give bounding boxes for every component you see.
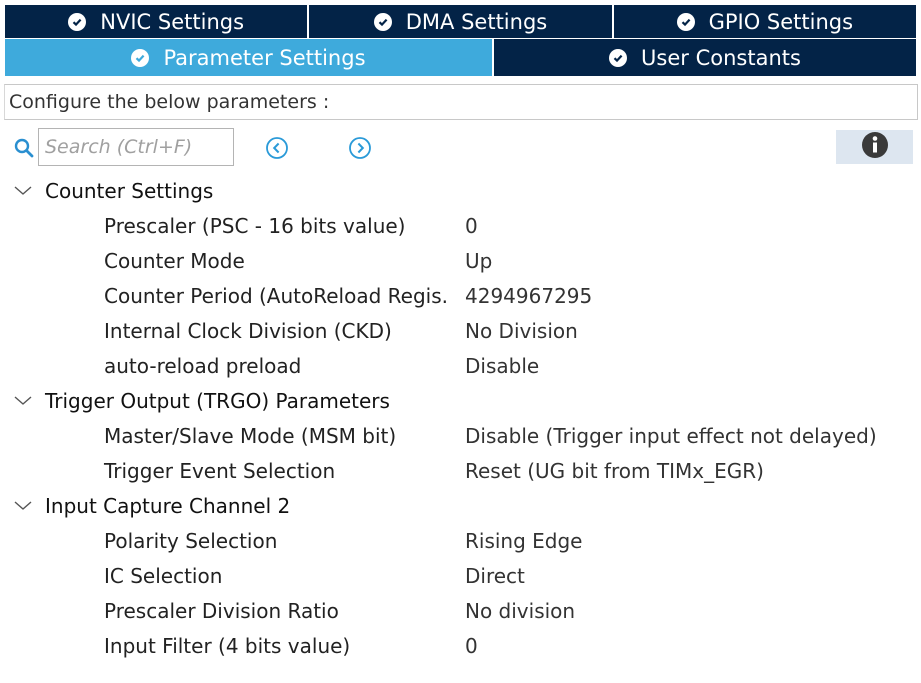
search-input[interactable] [38,128,234,166]
info-button[interactable] [836,130,913,164]
tab-label: DMA Settings [405,9,548,34]
tab-dma-settings[interactable]: DMA Settings [309,5,612,38]
param-row[interactable]: Counter Period (AutoReload Regis. 4294967… [0,278,921,313]
tab-nvic-settings[interactable]: NVIC Settings [5,5,308,38]
param-row[interactable]: IC Selection Direct [0,558,921,593]
param-value[interactable]: 0 [465,214,478,238]
tab-label: User Constants [641,45,801,70]
param-name: IC Selection [104,563,223,588]
tab-gpio-settings[interactable]: GPIO Settings [613,5,916,38]
param-name: Master/Slave Mode (MSM bit) [104,423,397,448]
tab-parameter-settings[interactable]: Parameter Settings [5,39,492,76]
param-name: Counter Period (AutoReload Regis. [104,283,448,308]
param-row[interactable]: Input Filter (4 bits value) 0 [0,628,921,663]
param-name: auto-reload preload [104,353,302,378]
info-icon [861,131,889,163]
chevron-down-icon[interactable] [14,500,34,511]
param-value[interactable]: No division [465,599,575,623]
group-trigger-output[interactable]: Trigger Output (TRGO) Parameters [0,383,921,418]
chevron-down-icon[interactable] [14,395,34,406]
check-icon [68,12,87,31]
param-row[interactable]: Counter Mode Up [0,243,921,278]
group-input-capture-channel-2[interactable]: Input Capture Channel 2 [0,488,921,523]
param-name: Polarity Selection [104,528,278,553]
param-row[interactable]: Internal Clock Division (CKD) No Division [0,313,921,348]
check-icon [373,12,392,31]
tab-row-bottom: Parameter Settings User Constants [5,39,916,76]
chevron-right-icon[interactable] [348,136,372,160]
param-value[interactable]: Rising Edge [465,529,583,553]
configure-text: Configure the below parameters : [9,91,330,113]
chevron-down-icon[interactable] [14,185,34,196]
check-icon [609,48,628,67]
parameter-tree: Counter Settings Prescaler (PSC - 16 bit… [0,173,921,663]
tab-label: Parameter Settings [163,45,366,70]
param-row[interactable]: Prescaler (PSC - 16 bits value) 0 [0,208,921,243]
param-value[interactable]: Disable [465,354,539,378]
group-title: Input Capture Channel 2 [45,493,291,518]
tab-user-constants[interactable]: User Constants [494,39,916,76]
param-row[interactable]: auto-reload preload Disable [0,348,921,383]
tab-label: NVIC Settings [100,9,245,34]
check-icon [131,48,150,67]
param-row[interactable]: Trigger Event Selection Reset (UG bit fro… [0,453,921,488]
search-toolbar [0,128,921,168]
param-value[interactable]: 0 [465,634,478,658]
param-name: Internal Clock Division (CKD) [104,318,392,343]
param-value[interactable]: Reset (UG bit from TIMx_EGR) [465,459,764,483]
tab-label: GPIO Settings [708,9,854,34]
group-title: Counter Settings [45,178,214,203]
param-name: Input Filter (4 bits value) [104,633,351,658]
tab-row-top: NVIC Settings DMA Settings GPIO Settings [5,5,916,38]
param-value[interactable]: Direct [465,564,525,588]
check-icon [676,12,695,31]
param-name: Trigger Event Selection [104,458,336,483]
group-counter-settings[interactable]: Counter Settings [0,173,921,208]
param-value[interactable]: 4294967295 [465,284,592,308]
search-icon[interactable] [13,137,35,159]
param-row[interactable]: Prescaler Division Ratio No division [0,593,921,628]
param-name: Counter Mode [104,248,245,273]
param-row[interactable]: Polarity Selection Rising Edge [0,523,921,558]
param-value[interactable]: No Division [465,319,578,343]
group-title: Trigger Output (TRGO) Parameters [45,388,390,413]
param-name: Prescaler (PSC - 16 bits value) [104,213,406,238]
param-name: Prescaler Division Ratio [104,598,339,623]
configure-banner: Configure the below parameters : [4,84,918,120]
chevron-left-icon[interactable] [265,136,289,160]
param-value[interactable]: Disable (Trigger input effect not delaye… [465,424,877,448]
param-value[interactable]: Up [465,249,492,273]
param-row[interactable]: Master/Slave Mode (MSM bit) Disable (Trig… [0,418,921,453]
